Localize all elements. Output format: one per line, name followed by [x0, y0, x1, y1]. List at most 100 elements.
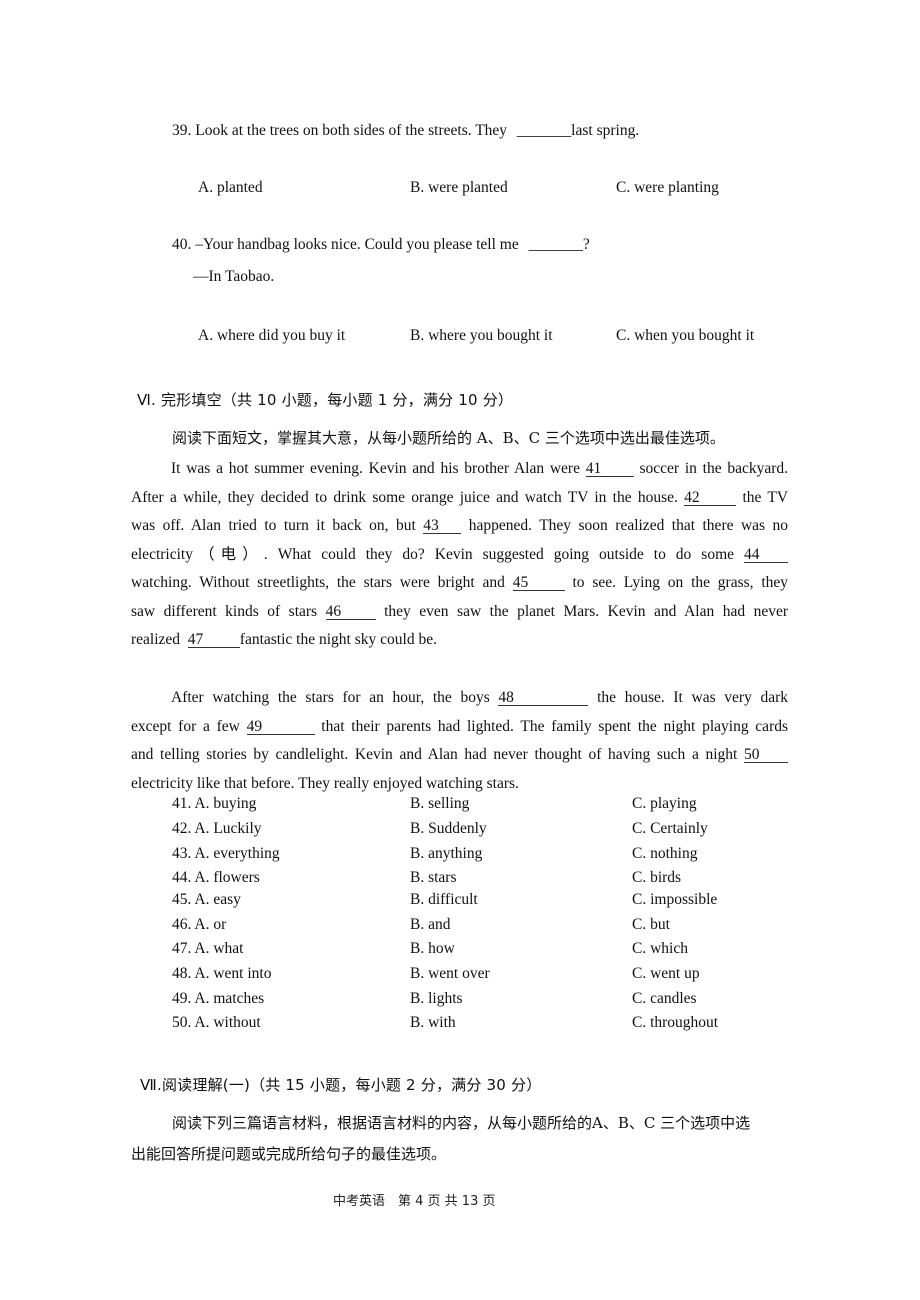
blank-47: 47: [187, 632, 240, 648]
option-a: 44. A. flowers: [172, 869, 260, 886]
cloze-paragraph-2: After watching the stars for an hour, th…: [131, 684, 788, 798]
choice-row: 43. A. everything B. anything C. nothing: [172, 845, 792, 867]
section-7-instruction-line-2: 出能回答所提问题或完成所给句子的最佳选项。: [131, 1145, 447, 1163]
answer-blank: _______: [516, 122, 572, 139]
choice-row: 48. A. went into B. went over C. went up: [172, 965, 792, 987]
text: realized: [131, 631, 181, 648]
text: they even saw the planet Mars. Kevin and…: [384, 602, 788, 620]
option-c: C. throughout: [632, 1014, 719, 1031]
text: soccer in the backyard.: [639, 460, 789, 477]
question-39-stem: 39. Look at the trees on both sides of t…: [172, 122, 639, 140]
option-a: 49. A. matches: [172, 990, 265, 1007]
blank-44: 44: [744, 546, 788, 563]
text: watching. Without streetlights, the star…: [131, 574, 505, 591]
option-c: C. but: [632, 916, 670, 933]
option-c: C. candles: [632, 990, 697, 1007]
answer-blank: _______: [528, 236, 583, 253]
option-c: C. went up: [632, 965, 700, 982]
option-b: B. and: [410, 916, 451, 933]
choice-row: 42. A. Luckily B. Suddenly C. Certainly: [172, 820, 792, 842]
choice-row: 41. A. buying B. selling C. playing: [172, 795, 792, 817]
option-b: B. went over: [410, 965, 490, 982]
option-c: C. Certainly: [632, 820, 708, 837]
text: fantastic the night sky could be.: [239, 631, 437, 648]
option-c: C. playing: [632, 795, 697, 812]
blank-46: 46: [325, 603, 376, 620]
text: except for a few: [131, 717, 240, 735]
question-text: ?: [582, 236, 590, 253]
option-b: B. anything: [410, 845, 483, 862]
paragraph-line: was off. Alan tried to turn it back on, …: [131, 512, 788, 541]
question-40-reply: —In Taobao.: [193, 268, 275, 285]
section-6-instruction: 阅读下面短文，掌握其大意，从每小题所给的 A、B、C 三个选项中选出最佳选项。: [172, 429, 725, 447]
option-a: A. where did you buy it: [198, 327, 346, 344]
text: After a while, they decided to drink som…: [131, 488, 678, 506]
question-text: 40. –Your handbag looks nice. Could you …: [172, 236, 519, 253]
choice-row: 44. A. flowers B. stars C. birds: [172, 869, 792, 891]
question-text: last spring.: [571, 122, 640, 139]
option-a: 41. A. buying: [172, 795, 257, 812]
option-a: 43. A. everything: [172, 845, 280, 862]
section-7-instruction-line-1: 阅读下列三篇语言材料，根据语言材料的内容，从每小题所给的A、B、C 三个选项中选: [172, 1114, 751, 1132]
option-b: B. how: [410, 940, 455, 957]
option-a: A. planted: [198, 179, 263, 196]
text: was off. Alan tried to turn it back on, …: [131, 517, 416, 534]
option-c: C. when you bought it: [616, 327, 755, 344]
blank-42: 42: [684, 489, 737, 506]
option-c: C. birds: [632, 869, 682, 886]
option-b: B. selling: [410, 795, 470, 812]
paragraph-line: saw different kinds of stars 46 they eve…: [131, 598, 788, 627]
paragraph-line: realized 47 fantastic the night sky could…: [131, 626, 788, 655]
option-b: B. lights: [410, 990, 463, 1007]
text: electricity（电）. What could they do? Kevi…: [131, 545, 735, 563]
option-a: 48. A. went into: [172, 965, 272, 982]
option-b: B. where you bought it: [410, 327, 553, 344]
page-footer: 中考英语 第 4 页 共 13 页: [333, 1194, 496, 1209]
text: electricity like that before. They reall…: [131, 774, 519, 792]
blank-50: 50: [744, 747, 788, 763]
paragraph-line: watching. Without streetlights, the star…: [131, 569, 788, 598]
section-6-title: Ⅵ. 完形填空（共 10 小题，每小题 1 分，满分 10 分）: [137, 391, 514, 409]
text: saw different kinds of stars: [131, 602, 318, 620]
text: to see. Lying on the grass, they: [572, 574, 789, 591]
question-40-stem: 40. –Your handbag looks nice. Could you …: [172, 236, 590, 254]
option-a: 45. A. easy: [172, 891, 241, 908]
blank-45: 45: [512, 575, 565, 591]
option-a: 46. A. or: [172, 916, 227, 933]
option-a: 47. A. what: [172, 940, 244, 957]
option-b: B. stars: [410, 869, 457, 886]
choice-row: 50. A. without B. with C. throughout: [172, 1014, 792, 1036]
text: the TV: [742, 488, 789, 506]
paragraph-line: except for a few 49 that their parents h…: [131, 713, 788, 742]
choice-row: 47. A. what B. how C. which: [172, 940, 792, 962]
section-7-title: Ⅶ.阅读理解(一)（共 15 小题，每小题 2 分，满分 30 分）: [140, 1076, 542, 1094]
paragraph-line: and telling stories by candlelight. Kevi…: [131, 741, 788, 770]
paragraph-line: After watching the stars for an hour, th…: [131, 684, 788, 713]
option-c: C. were planting: [616, 179, 719, 196]
option-c: C. impossible: [632, 891, 718, 908]
text: After watching the stars for an hour, th…: [171, 689, 490, 706]
paragraph-line: It was a hot summer evening. Kevin and h…: [131, 455, 788, 484]
choice-row: 45. A. easy B. difficult C. impossible: [172, 891, 792, 913]
text: It was a hot summer evening. Kevin and h…: [171, 460, 580, 477]
option-b: B. with: [410, 1014, 456, 1031]
option-a: 50. A. without: [172, 1014, 261, 1031]
option-a: 42. A. Luckily: [172, 820, 262, 837]
text: that their parents had lighted. The fami…: [321, 717, 789, 735]
text: happened. They soon realized that there …: [468, 517, 789, 534]
choice-row: 46. A. or B. and C. but: [172, 916, 792, 938]
option-c: C. nothing: [632, 845, 698, 862]
blank-41: 41: [585, 461, 634, 477]
text: and telling stories by candlelight. Kevi…: [131, 746, 738, 763]
text: the house. It was very dark: [597, 689, 789, 706]
blank-43: 43: [423, 518, 462, 534]
blank-48: 48: [498, 690, 589, 706]
blank-49: 49: [246, 718, 315, 735]
paragraph-line: After a while, they decided to drink som…: [131, 484, 788, 513]
paragraph-line: electricity（电）. What could they do? Kevi…: [131, 541, 788, 570]
paragraph-line: electricity like that before. They reall…: [131, 770, 788, 799]
question-text: 39. Look at the trees on both sides of t…: [172, 122, 508, 139]
choice-row: 49. A. matches B. lights C. candles: [172, 990, 792, 1012]
option-b: B. Suddenly: [410, 820, 487, 837]
option-b: B. difficult: [410, 891, 478, 908]
